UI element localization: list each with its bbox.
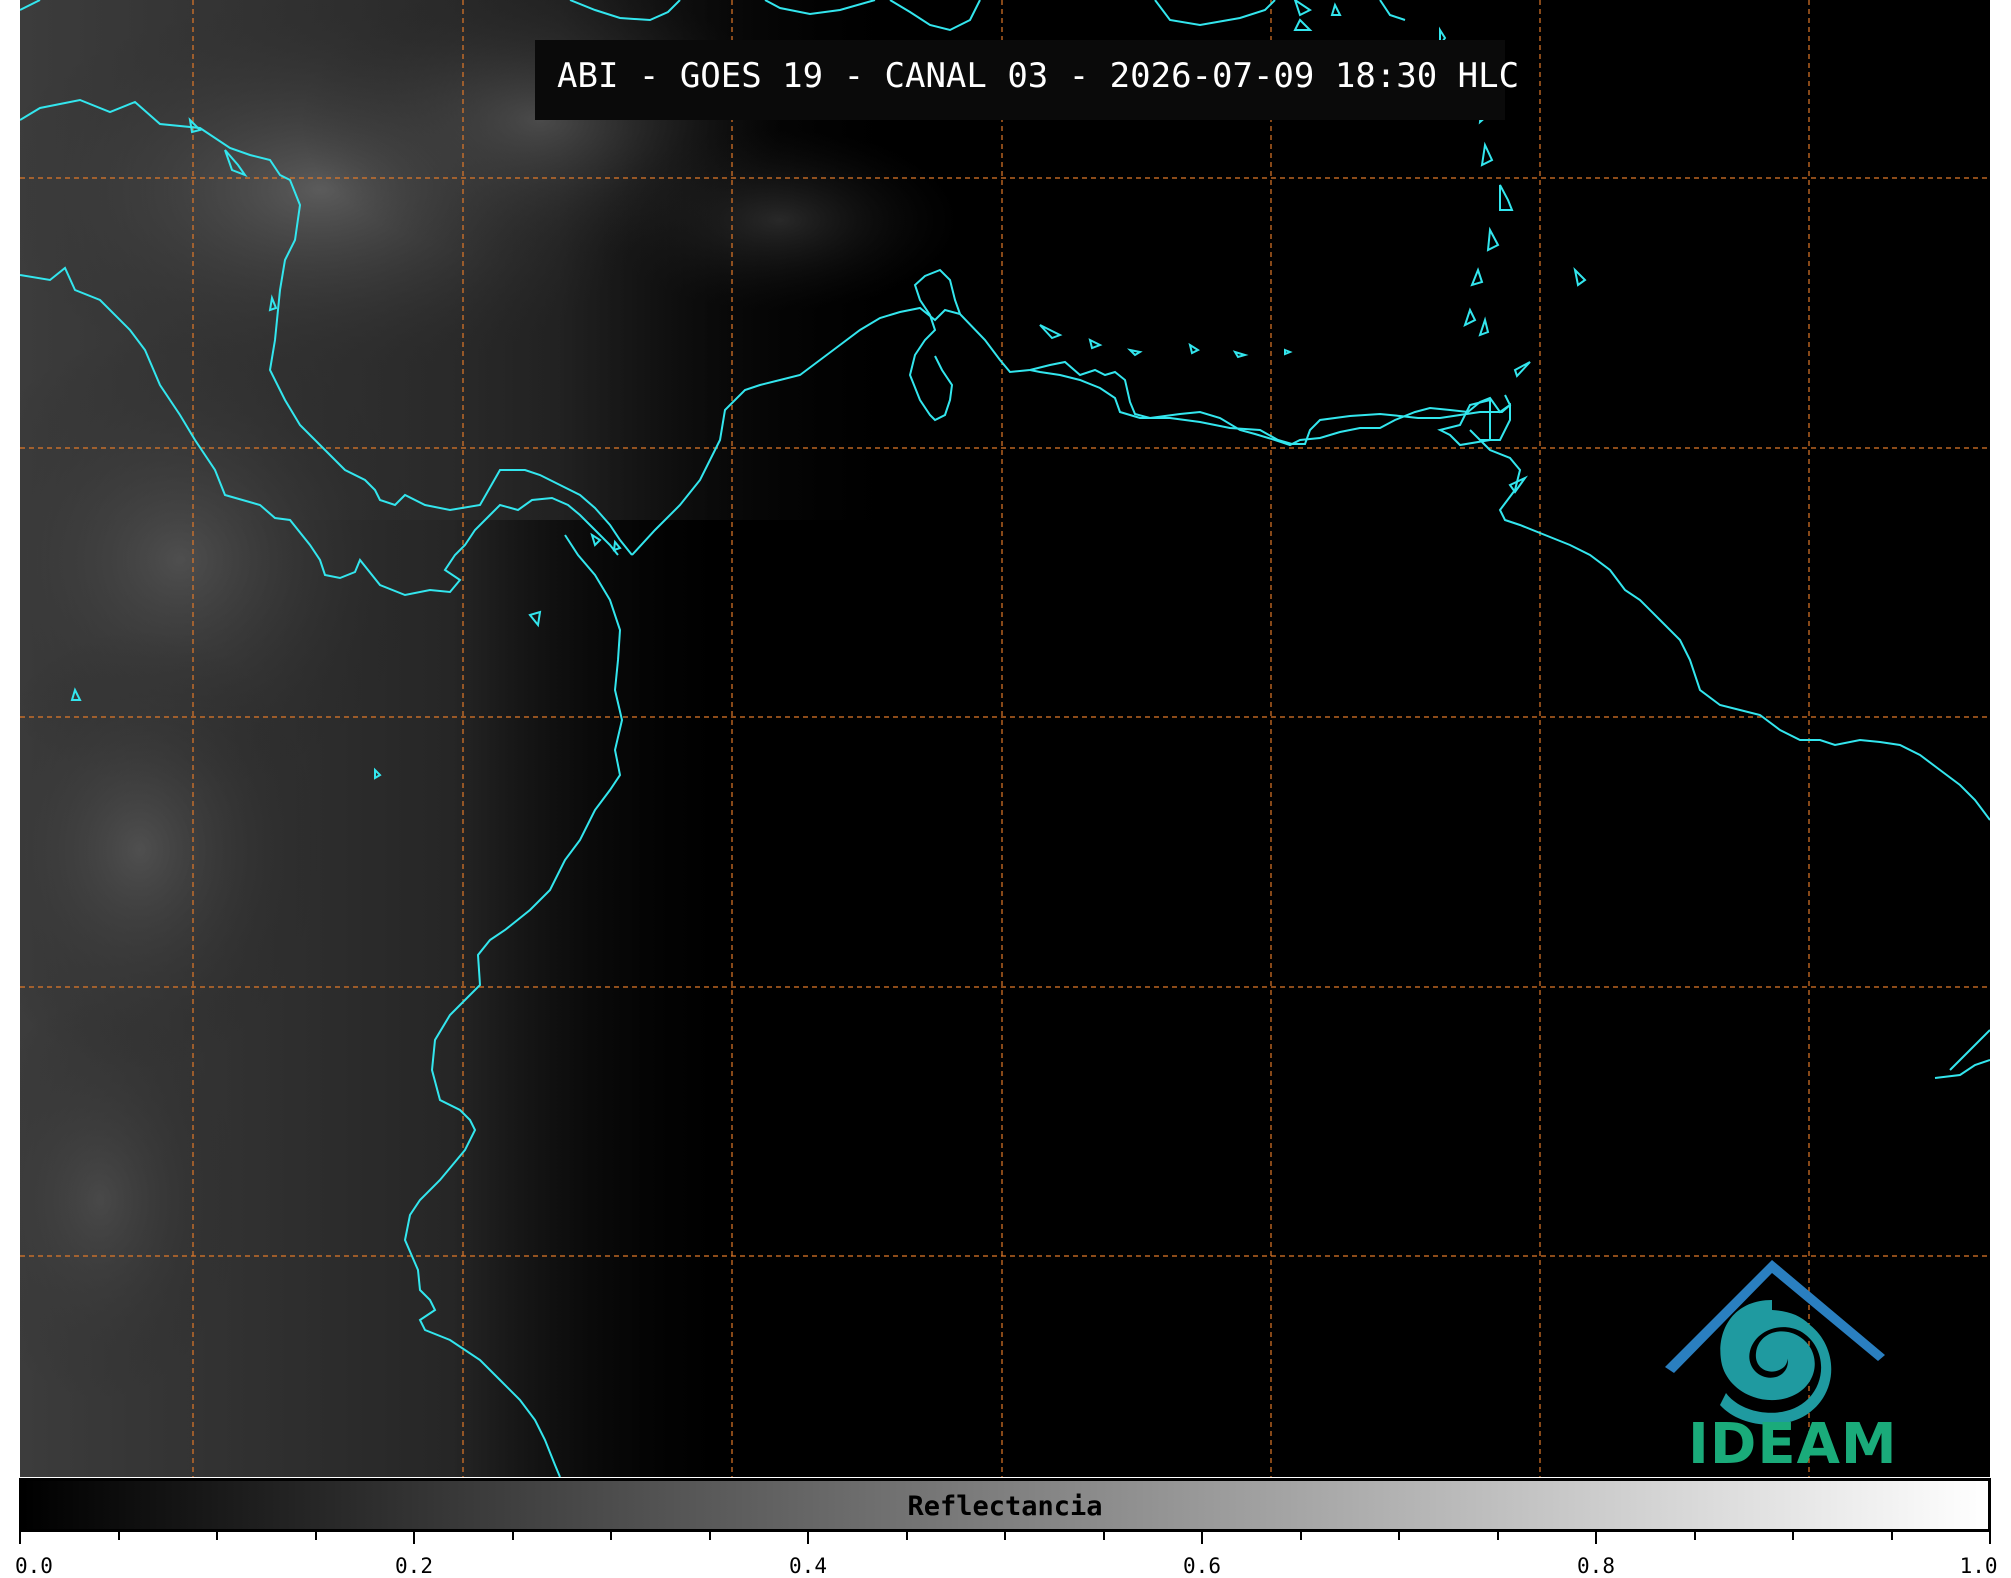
colorbar-tick (216, 1532, 218, 1540)
colorbar-tick (1201, 1532, 1203, 1544)
colorbar-tick (1102, 1532, 1105, 1540)
colorbar-tick (1496, 1532, 1499, 1540)
colorbar-tick (1989, 1532, 1991, 1544)
colorbar-tick (708, 1532, 711, 1540)
colorbar-tick-label: 0.0 (15, 1554, 53, 1578)
coastline-venezuela (1029, 369, 1990, 821)
colorbar-tick (413, 1532, 415, 1544)
coastline-abc-islands (1039, 324, 1293, 359)
colorbar-tick-label: 0.4 (789, 1554, 827, 1578)
colorbar-label: Reflectancia (907, 1491, 1103, 1522)
colorbar-tick (1299, 1532, 1302, 1540)
colorbar-ticks: 0.0 0.2 0.4 0.6 0.8 1.0 (0, 1532, 2011, 1578)
map-title: ABI - GOES 19 - CANAL 03 - 2026-07-09 18… (557, 56, 1520, 96)
colorbar-tick (1693, 1532, 1696, 1540)
colorbar-tick-label: 1.0 (1959, 1554, 1998, 1578)
logo-text: IDEAM (1688, 1412, 1898, 1477)
coastline-puerto-rico (1154, 0, 1406, 31)
colorbar-tick (1595, 1532, 1597, 1544)
colorbar-tick-label: 0.6 (1183, 1554, 1221, 1578)
coastline-trinidad (1437, 398, 1529, 494)
colorbar-tick (1792, 1532, 1794, 1540)
colorbar: Reflectancia (19, 1478, 1991, 1532)
colorbar-tick (314, 1532, 317, 1540)
colorbar-tick (610, 1532, 612, 1540)
colorbar-tick (117, 1532, 120, 1540)
colorbar-tick-label: 0.2 (395, 1554, 433, 1578)
colorbar-tick (19, 1532, 21, 1544)
colorbar-tick (905, 1532, 908, 1540)
colorbar-tick (1004, 1532, 1006, 1540)
coastline-guiana (1949, 1029, 1990, 1071)
colorbar-tick (807, 1532, 809, 1544)
colorbar-tick (1890, 1532, 1893, 1540)
logo-spiral-icon (1720, 1300, 1832, 1425)
colorbar-tick-label: 0.8 (1577, 1554, 1615, 1578)
colorbar-tick (1398, 1532, 1400, 1540)
colorbar-tick (511, 1532, 514, 1540)
coastline-guiana-2 (1934, 1059, 1990, 1079)
coastline-bahamas-top (1293, 0, 1342, 17)
